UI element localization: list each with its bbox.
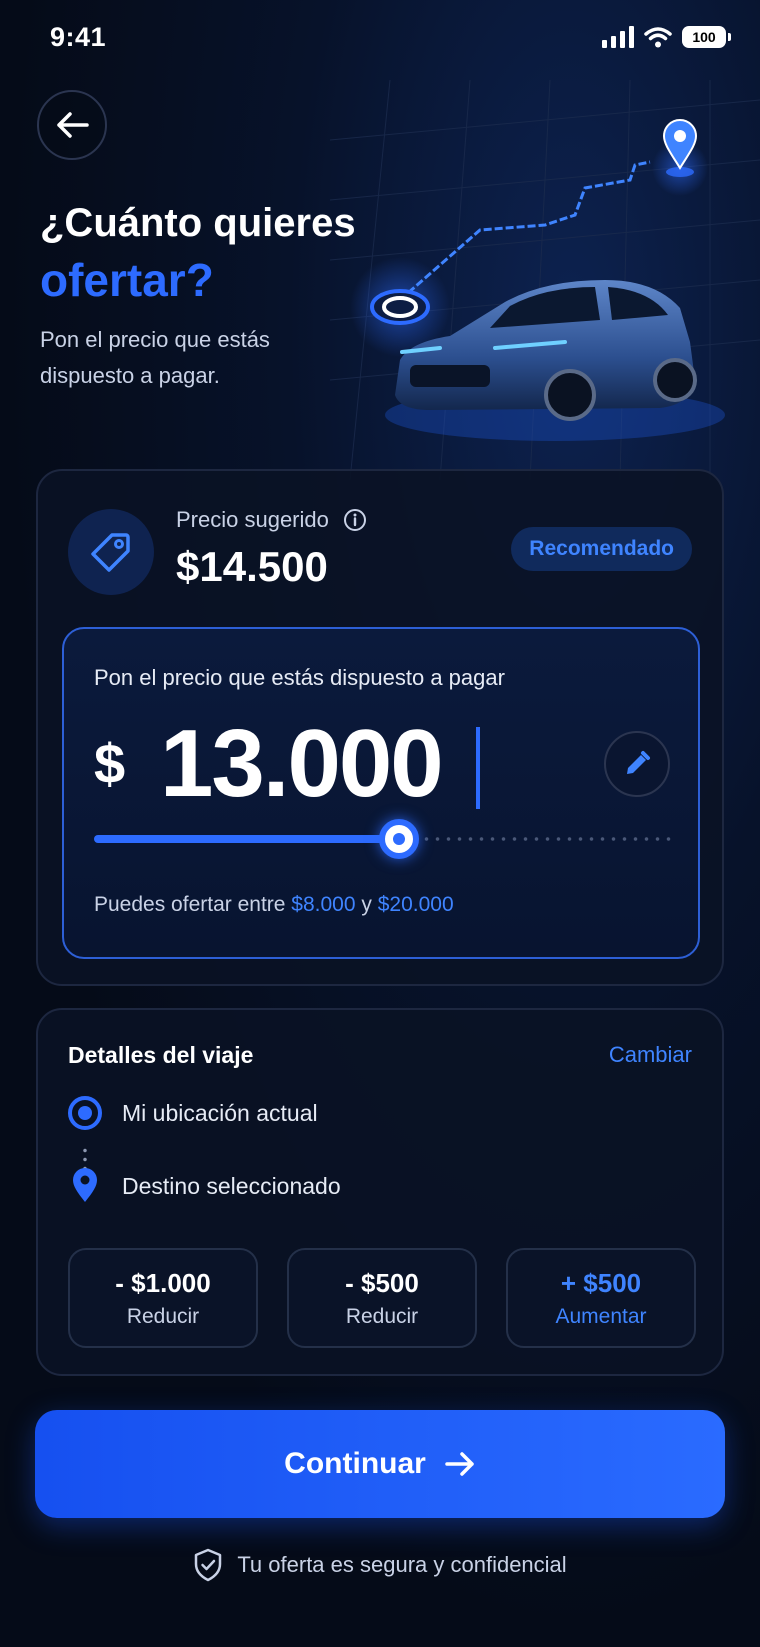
shield-check-icon: [195, 1548, 222, 1582]
suggested-price-label-text: Precio sugerido: [176, 507, 329, 532]
status-bar: 9:41 100: [0, 0, 760, 80]
trip-details-card: Detalles del viaje Cambiar Mi ubicación …: [36, 1008, 724, 1376]
origin-dot-icon: [68, 1096, 102, 1130]
secure-note: Tu oferta es segura y confidencial: [0, 1548, 760, 1582]
wifi-icon: [644, 27, 672, 48]
offer-range-text: Puedes ofertar entre $8.000 y $20.000: [94, 893, 454, 917]
edit-offer-button[interactable]: [604, 731, 670, 797]
back-button[interactable]: [37, 90, 107, 160]
change-trip-link[interactable]: Cambiar: [609, 1042, 692, 1068]
slider-fill: [94, 835, 399, 843]
suggested-price-value: $14.500: [176, 543, 328, 590]
suggested-price-label: Precio sugerido: [176, 507, 367, 533]
offer-input-box[interactable]: Pon el precio que estás dispuesto a paga…: [62, 627, 700, 959]
title-line-1: ¿Cuánto quieres: [40, 201, 356, 245]
range-prefix: Puedes ofertar entre: [94, 893, 286, 916]
decrease-500-button[interactable]: - $500 Reducir: [287, 1248, 477, 1348]
signal-icon: [602, 26, 634, 48]
offer-label: Pon el precio que estás dispuesto a paga…: [94, 665, 505, 690]
title-line-2: ofertar?: [40, 254, 214, 306]
trip-details-title: Detalles del viaje: [68, 1042, 254, 1068]
adjust-action: Aumentar: [555, 1304, 647, 1328]
offer-screen: 9:41 100 ¿Cuánto quieres ofertar? Pon el…: [0, 0, 760, 1647]
adjust-action: Reducir: [126, 1304, 200, 1328]
page-subtitle: Pon el precio que estás dispuesto a paga…: [40, 327, 270, 388]
page-title: ¿Cuánto quieres ofertar?: [40, 196, 356, 310]
info-icon[interactable]: [343, 508, 367, 532]
origin-label: Mi ubicación actual: [122, 1099, 318, 1126]
price-tag-badge: [68, 509, 154, 595]
hero-map-illustration: [330, 80, 760, 480]
increase-500-button[interactable]: + $500 Aumentar: [506, 1248, 696, 1348]
continue-button[interactable]: Continuar: [35, 1410, 725, 1518]
arrow-right-icon: [445, 1452, 474, 1476]
recommended-badge: Recomendado: [511, 527, 692, 571]
destination-label: Destino seleccionado: [122, 1172, 341, 1199]
adjust-action: Reducir: [345, 1304, 419, 1328]
adjust-amount: - $1.000: [115, 1267, 211, 1298]
price-card: Precio sugerido $14.500 Recomendado Pon …: [36, 469, 724, 986]
range-min: $8.000: [291, 893, 356, 916]
status-icons: 100: [602, 26, 731, 48]
edit-pencil-icon: [627, 751, 650, 774]
destination-pin-icon: [73, 1168, 97, 1202]
route-destination: Destino seleccionado: [68, 1168, 341, 1204]
continue-label: Continuar: [284, 1447, 426, 1480]
location-pin-icon: [652, 119, 708, 196]
price-tag-icon: [91, 533, 130, 572]
slider-remaining-track: [421, 837, 674, 841]
slider-thumb[interactable]: [379, 819, 419, 859]
adjust-amount: + $500: [560, 1267, 642, 1298]
text-caret: [476, 727, 480, 809]
currency-sign: $: [94, 732, 126, 795]
status-time: 9:41: [50, 22, 107, 52]
range-max: $20.000: [377, 893, 454, 916]
adjust-amount: - $500: [345, 1267, 419, 1298]
price-slider[interactable]: [94, 819, 674, 859]
decrease-1000-button[interactable]: - $1.000 Reducir: [68, 1248, 258, 1348]
offer-amount-input[interactable]: 13.000: [160, 709, 444, 819]
route-origin: Mi ubicación actual: [68, 1096, 318, 1130]
range-connector: y: [361, 893, 372, 916]
secure-note-text: Tu oferta es segura y confidencial: [237, 1552, 567, 1577]
adjust-buttons: - $1.000 Reducir - $500 Reducir + $500 A…: [68, 1248, 696, 1348]
battery-icon: 100: [682, 26, 731, 48]
back-arrow-icon: [57, 112, 89, 138]
